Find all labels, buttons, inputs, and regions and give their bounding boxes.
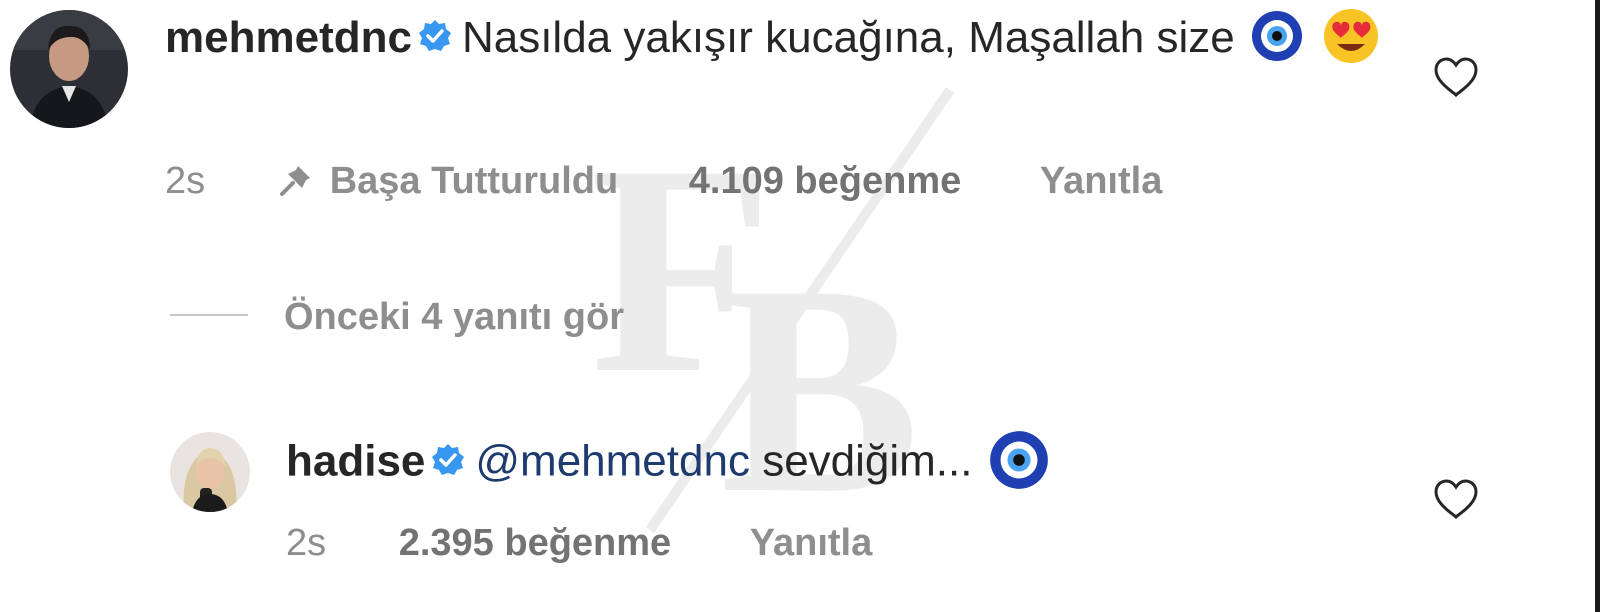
view-replies-label[interactable]: Önceki 4 yanıtı gör <box>284 296 624 338</box>
username[interactable]: mehmetdnc <box>165 13 412 62</box>
comment-text: sevdiğim... <box>762 436 973 486</box>
comment-body: mehmetdnc Nasılda yakışır kucağına, Maşa… <box>165 8 1395 72</box>
mention-link[interactable]: @mehmetdnc <box>475 437 750 486</box>
comment-meta: 2s Başa Tutturuldu 4.109 beğenme Yanıtla <box>165 160 1162 206</box>
evil-eye-emoji-icon <box>1251 11 1302 62</box>
verified-badge-icon <box>418 20 451 52</box>
comment-meta: 2s 2.395 beğenme Yanıtla <box>286 522 872 565</box>
comment-body: hadise @mehmetdnc sevdiğim... <box>286 430 1386 498</box>
view-previous-replies[interactable]: Önceki 4 yanıtı gör <box>170 296 624 339</box>
timestamp: 2s <box>286 522 327 564</box>
evil-eye-emoji-icon <box>989 431 1048 489</box>
timestamp: 2s <box>165 160 206 203</box>
window-edge <box>1595 0 1600 612</box>
reply-button[interactable]: Yanıtla <box>750 522 873 565</box>
verified-badge-icon <box>432 444 465 475</box>
reply-button[interactable]: Yanıtla <box>1040 160 1163 203</box>
like-heart-icon[interactable] <box>1433 56 1479 98</box>
avatar[interactable] <box>170 432 250 512</box>
likes-count[interactable]: 4.109 beğenme <box>689 160 961 203</box>
pinned-label-group: Başa Tutturuldu <box>276 160 619 206</box>
avatar[interactable] <box>10 10 128 128</box>
divider-line <box>170 313 248 316</box>
heart-eyes-emoji-icon <box>1324 9 1379 64</box>
username[interactable]: hadise <box>286 437 425 486</box>
likes-count[interactable]: 2.395 beğenme <box>399 522 671 565</box>
like-heart-icon[interactable] <box>1433 478 1479 520</box>
svg-text:F: F <box>590 103 773 435</box>
comment-text: Nasılda yakışır kucağına, Maşallah size <box>461 13 1235 62</box>
pinned-label: Başa Tutturuldu <box>329 160 619 203</box>
pin-icon <box>279 166 310 196</box>
